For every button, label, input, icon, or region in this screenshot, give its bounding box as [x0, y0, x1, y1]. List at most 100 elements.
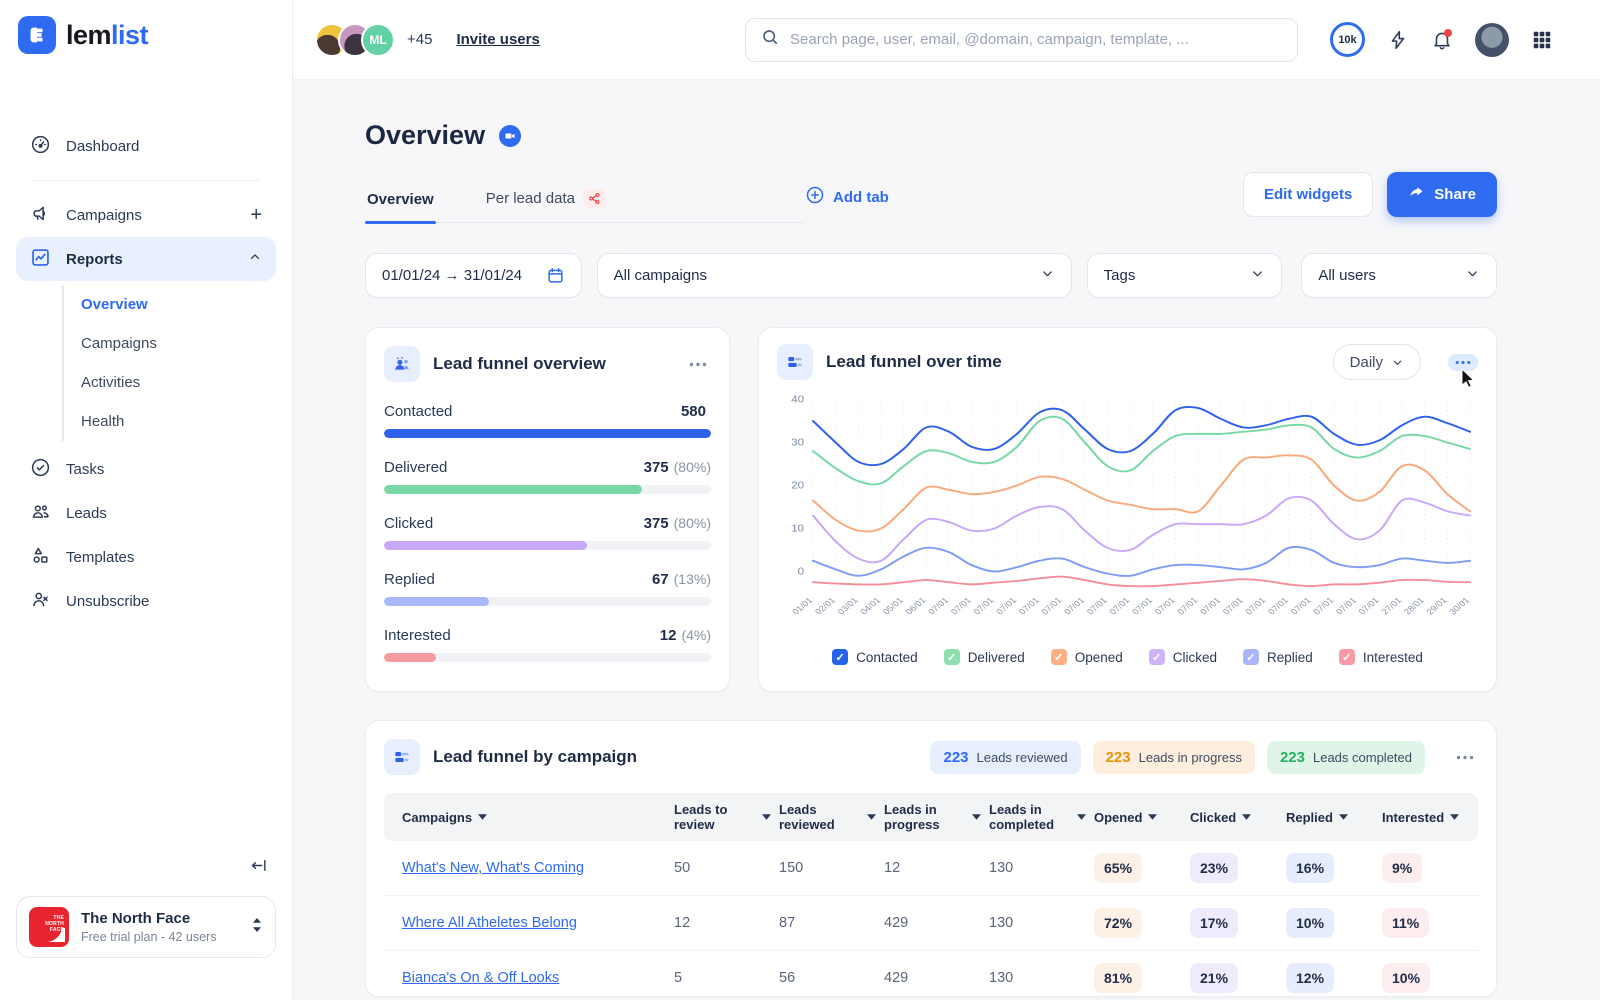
column-header[interactable]: Campaigns: [384, 804, 674, 831]
column-label: Campaigns: [402, 810, 472, 825]
interval-select[interactable]: Daily: [1333, 344, 1421, 380]
gauge-icon: [30, 134, 51, 159]
share-arrow-icon: [1408, 184, 1425, 205]
chevron-up-icon[interactable]: [248, 250, 262, 268]
campaign-link[interactable]: Bianca's On & Off Looks: [402, 970, 559, 986]
line-chart: 01020304001/0102/0103/0104/0105/0106/010…: [777, 384, 1478, 647]
megaphone-icon: [30, 203, 51, 228]
share-button[interactable]: Share: [1387, 172, 1497, 217]
legend-checkbox[interactable]: ✓: [1243, 649, 1259, 665]
svg-text:07/01: 07/01: [1356, 595, 1380, 616]
legend-item-clicked[interactable]: ✓ Clicked: [1149, 649, 1217, 665]
cell-value: 150: [779, 860, 884, 876]
share-nodes-icon: [583, 189, 606, 208]
sidebar-item-reports-campaigns[interactable]: Campaigns: [64, 324, 276, 363]
add-tab-button[interactable]: Add tab: [805, 185, 889, 223]
campaigns-filter-select[interactable]: All campaigns: [597, 253, 1072, 298]
legend-checkbox[interactable]: ✓: [944, 649, 960, 665]
funnel-label: Interested: [384, 627, 451, 644]
lemlist-wordmark: lemlist: [66, 20, 148, 51]
global-search[interactable]: [745, 18, 1298, 62]
lemlist-logo-icon: [18, 16, 56, 54]
lead-funnel-by-campaign-card: Lead funnel by campaign 223Leads reviewe…: [365, 720, 1497, 997]
card-menu-dots-icon[interactable]: [1452, 751, 1478, 764]
tags-filter-select[interactable]: Tags: [1087, 253, 1283, 298]
sidebar-item-tasks[interactable]: Tasks: [16, 447, 276, 491]
column-header[interactable]: Leads in completed: [989, 796, 1094, 838]
tab-overview[interactable]: Overview: [365, 181, 436, 222]
workspace-switcher[interactable]: THENORTHFACE The North Face Free trial p…: [16, 896, 276, 958]
search-input[interactable]: [790, 31, 1283, 48]
users-filter-select[interactable]: All users: [1301, 253, 1497, 298]
column-label: Clicked: [1190, 810, 1236, 825]
sidebar-item-reports-activities[interactable]: Activities: [64, 363, 276, 402]
bars-widget-icon: [777, 344, 813, 380]
legend-label: Clicked: [1173, 650, 1217, 665]
campaign-link[interactable]: Where All Atheletes Belong: [402, 915, 577, 931]
funnel-row: Delivered 375 (80%): [384, 459, 711, 494]
sidebar-item-dashboard[interactable]: Dashboard: [16, 124, 276, 168]
sidebar-item-leads[interactable]: Leads: [16, 491, 276, 535]
svg-text:07/01: 07/01: [1289, 595, 1313, 616]
svg-text:07/01: 07/01: [1243, 595, 1267, 616]
column-header[interactable]: Leads to review: [674, 796, 779, 838]
chart-icon: [30, 247, 51, 272]
percent-badge: 10%: [1382, 963, 1430, 993]
column-header[interactable]: Clicked: [1190, 804, 1286, 831]
main-content: Overview Overview Per lead data Add tab …: [293, 80, 1600, 1000]
legend-checkbox[interactable]: ✓: [832, 649, 848, 665]
apps-grid-icon[interactable]: [1531, 29, 1553, 51]
sidebar-item-reports-overview[interactable]: Overview: [64, 285, 276, 324]
card-menu-dots-icon[interactable]: [685, 358, 711, 371]
video-camera-icon[interactable]: [499, 125, 521, 147]
date-range-picker[interactable]: 01/01/24 → 31/01/24: [365, 253, 582, 298]
svg-text:27/01: 27/01: [1379, 595, 1403, 616]
lightning-icon[interactable]: [1387, 29, 1409, 51]
invite-users-link[interactable]: Invite users: [456, 31, 539, 48]
legend-item-delivered[interactable]: ✓Delivered: [944, 649, 1025, 665]
legend-item-replied[interactable]: ✓ Replied: [1243, 649, 1313, 665]
sidebar-item-reports-health[interactable]: Health: [64, 402, 276, 441]
sidebar-item-campaigns[interactable]: Campaigns +: [16, 193, 276, 237]
edit-widgets-button[interactable]: Edit widgets: [1243, 172, 1373, 217]
legend-label: Replied: [1267, 650, 1313, 665]
sort-caret-icon: [1077, 814, 1086, 820]
column-header[interactable]: Replied: [1286, 804, 1382, 831]
svg-text:07/01: 07/01: [1130, 595, 1154, 616]
lemlist-logo[interactable]: lemlist: [0, 0, 292, 54]
legend-checkbox[interactable]: ✓: [1339, 649, 1355, 665]
funnel-row: Clicked 375 (80%): [384, 515, 711, 550]
collapse-sidebar-icon[interactable]: [249, 856, 268, 880]
credits-badge[interactable]: 10k: [1330, 22, 1365, 57]
notifications-bell-icon[interactable]: [1431, 29, 1453, 51]
cell-value: 5: [674, 970, 779, 986]
cell-value: 130: [989, 860, 1094, 876]
svg-text:02/01: 02/01: [813, 595, 837, 616]
sidebar-item-templates[interactable]: Templates: [16, 535, 276, 579]
legend-item-opened[interactable]: ✓Opened: [1051, 649, 1123, 665]
user-avatar[interactable]: [1475, 23, 1509, 57]
team-avatars[interactable]: ML: [315, 23, 395, 57]
legend-checkbox[interactable]: ✓: [1051, 649, 1067, 665]
column-header[interactable]: Leads in progress: [884, 796, 989, 838]
column-label: Leads in progress: [884, 802, 966, 832]
legend-item-contacted[interactable]: ✓Contacted: [832, 649, 918, 665]
column-header[interactable]: Leads reviewed: [779, 796, 884, 838]
tab-per-lead-data[interactable]: Per lead data: [484, 179, 608, 222]
add-campaign-button[interactable]: +: [250, 205, 262, 225]
sidebar-item-unsubscribe[interactable]: Unsubscribe: [16, 579, 276, 623]
column-header[interactable]: Interested: [1382, 804, 1478, 831]
column-label: Leads reviewed: [779, 802, 861, 832]
card-menu-dots-icon[interactable]: [1448, 354, 1478, 371]
chevron-down-icon: [1250, 266, 1265, 285]
tabs-row: Overview Per lead data Add tab Edit widg…: [365, 179, 1497, 223]
sidebar-item-reports[interactable]: Reports: [16, 237, 276, 281]
column-header[interactable]: Opened: [1094, 804, 1190, 831]
campaign-link[interactable]: What's New, What's Coming: [402, 860, 584, 876]
column-label: Replied: [1286, 810, 1333, 825]
legend-checkbox[interactable]: ✓: [1149, 649, 1165, 665]
funnel-percent: (13%): [674, 571, 711, 587]
sort-caret-icon: [1450, 814, 1459, 820]
series-line-interested: [813, 577, 1470, 587]
legend-item-interested[interactable]: ✓Interested: [1339, 649, 1423, 665]
